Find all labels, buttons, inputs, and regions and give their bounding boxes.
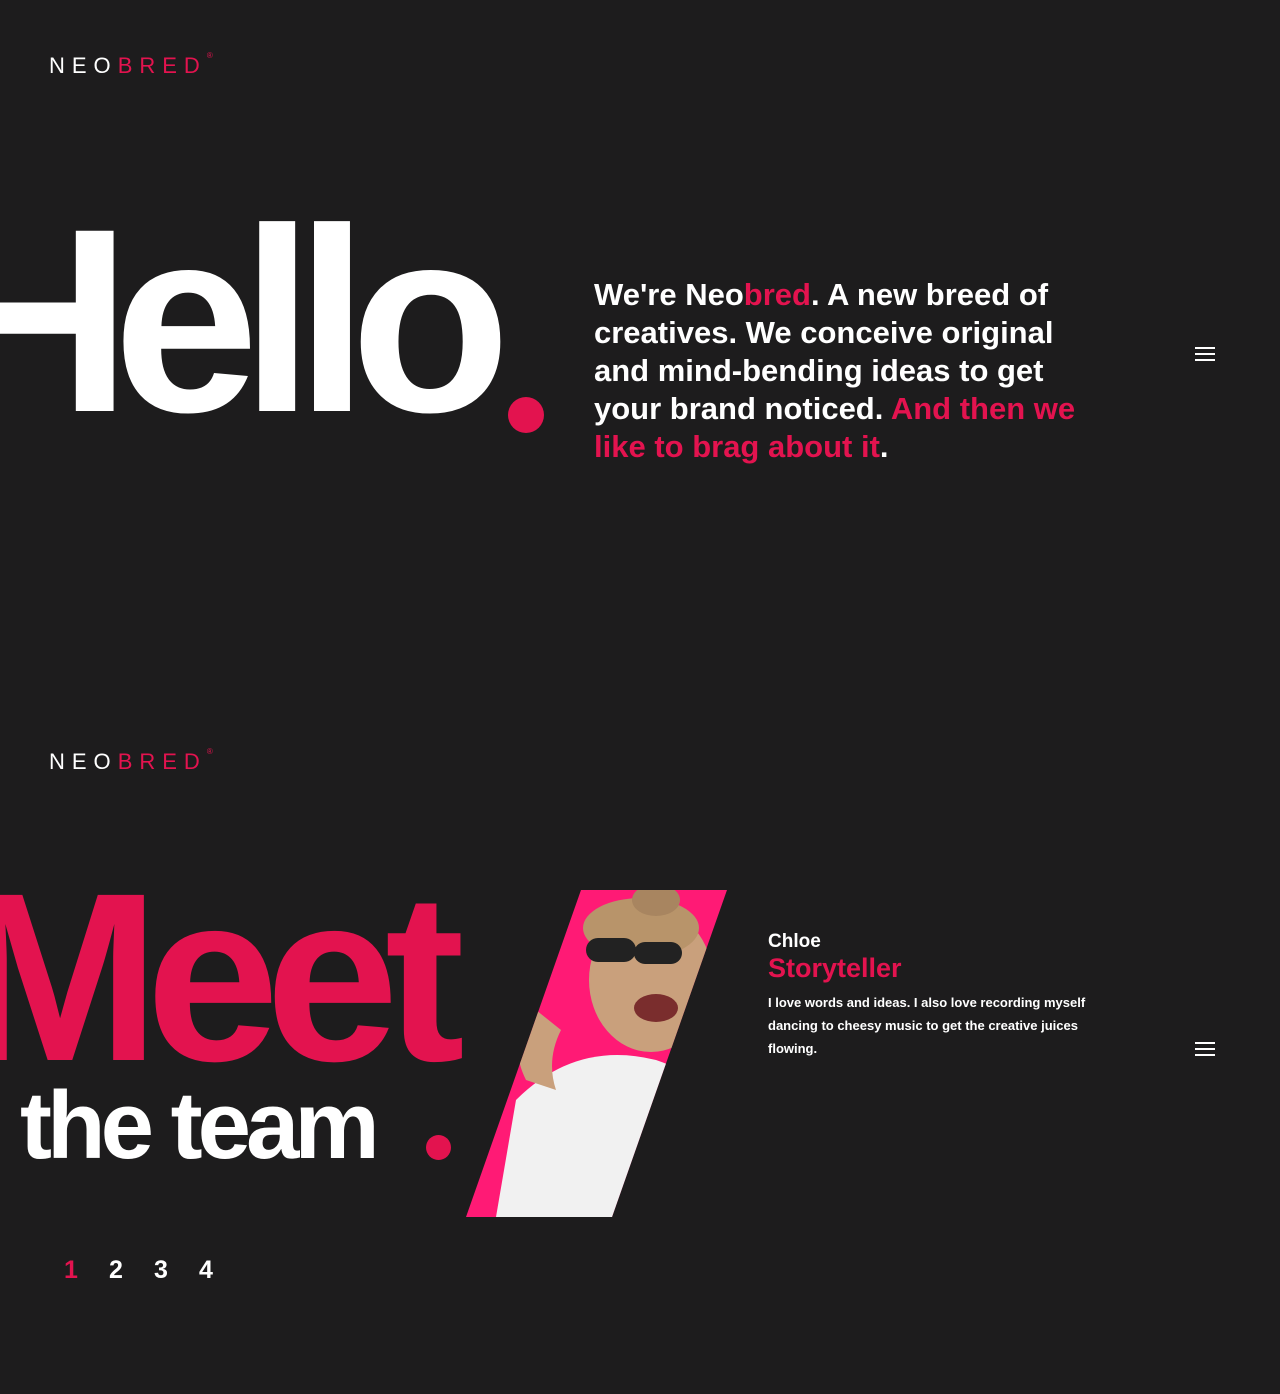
intro-brand-accent: bred bbox=[743, 277, 811, 312]
hero-section: NEOBRED® Hello We're Neobred. A new bree… bbox=[0, 0, 1280, 695]
page-1[interactable]: 1 bbox=[64, 1256, 109, 1285]
menu-bar bbox=[1195, 1054, 1215, 1056]
hamburger-icon[interactable] bbox=[1195, 1042, 1215, 1056]
team-dot bbox=[426, 1135, 451, 1160]
menu-bar bbox=[1195, 347, 1215, 349]
brand-logo[interactable]: NEOBRED® bbox=[49, 748, 213, 774]
team-pagination: 1 2 3 4 bbox=[64, 1256, 244, 1285]
logo-registered: ® bbox=[206, 51, 213, 60]
brand-logo[interactable]: NEOBRED® bbox=[49, 52, 213, 78]
team-section: NEOBRED® Meet the team Chloe Storyteller… bbox=[0, 695, 1280, 1394]
member-name: Chloe bbox=[768, 931, 821, 952]
logo-neo: NEO bbox=[49, 53, 118, 78]
menu-bar bbox=[1195, 353, 1215, 355]
intro-part1: We're Neo bbox=[594, 277, 744, 312]
menu-bar bbox=[1195, 1048, 1215, 1050]
hello-heading: Hello bbox=[0, 190, 511, 440]
logo-neo: NEO bbox=[49, 749, 118, 774]
logo-bred: BRED bbox=[117, 53, 207, 78]
member-bio: I love words and ideas. I also love reco… bbox=[768, 995, 1086, 1056]
person-photo bbox=[466, 890, 727, 1217]
hello-dot bbox=[508, 397, 544, 433]
meet-heading: Meet bbox=[0, 857, 465, 1077]
page-2[interactable]: 2 bbox=[109, 1256, 154, 1285]
logo-bred: BRED bbox=[117, 749, 207, 774]
intro-end: . bbox=[879, 429, 889, 464]
team-subheading: the team bbox=[20, 1078, 380, 1179]
hamburger-icon[interactable] bbox=[1195, 347, 1215, 361]
menu-bar bbox=[1195, 359, 1215, 361]
logo-registered: ® bbox=[206, 747, 213, 756]
intro-text: We're Neobred. A new breed of creatives.… bbox=[594, 276, 1094, 466]
menu-bar bbox=[1195, 1042, 1215, 1044]
member-role: Storyteller bbox=[768, 953, 902, 983]
page-4[interactable]: 4 bbox=[199, 1256, 244, 1285]
page-3[interactable]: 3 bbox=[154, 1256, 199, 1285]
